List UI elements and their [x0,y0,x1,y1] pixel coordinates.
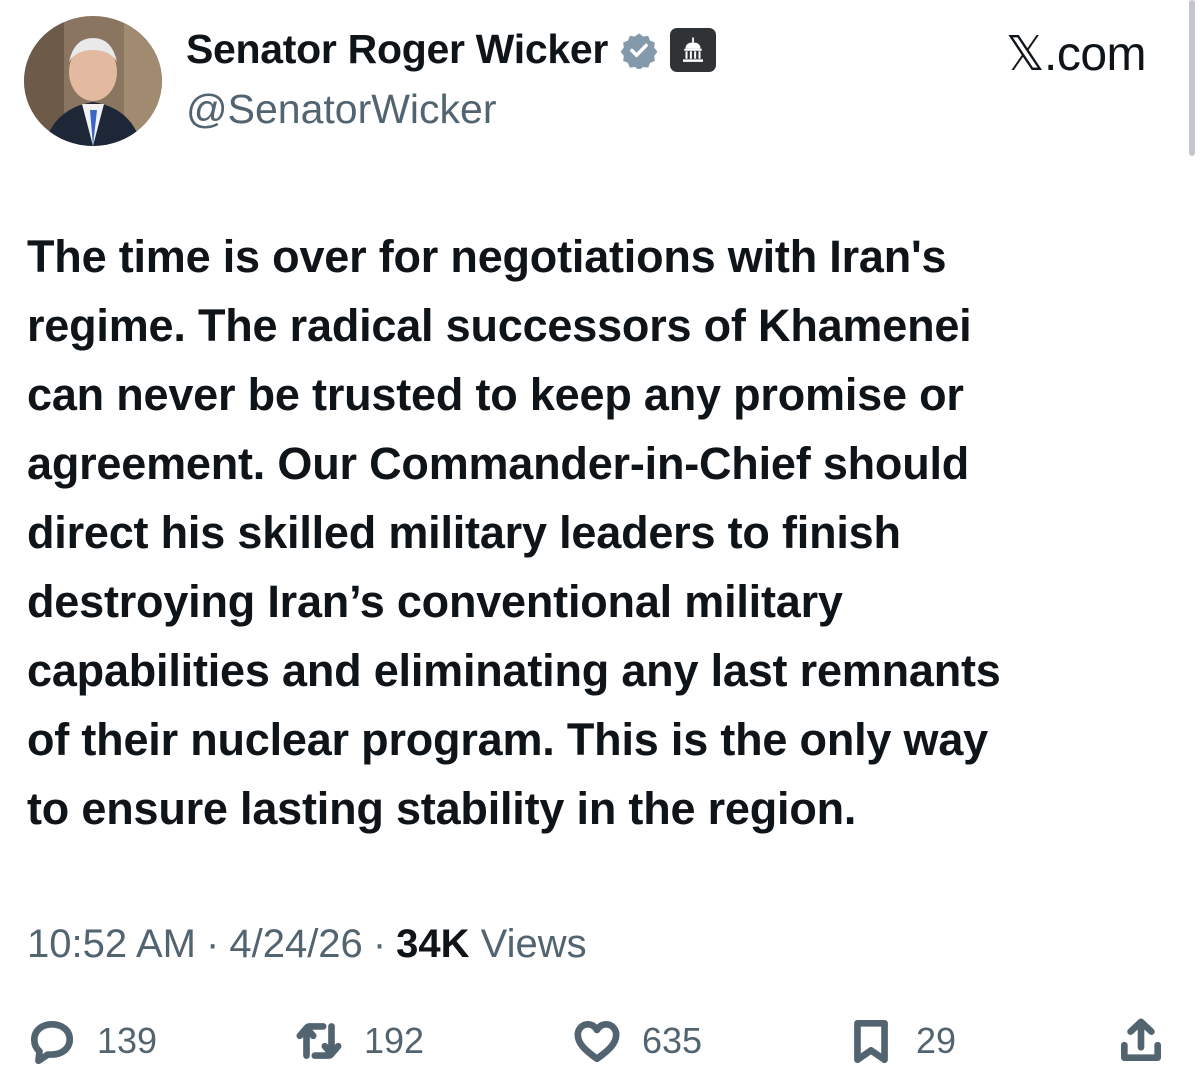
like-button[interactable]: 635 [572,1016,702,1066]
tweet-text: The time is over for negotiations with I… [27,231,1001,834]
repost-icon [296,1023,342,1059]
share-icon [1121,1018,1161,1061]
tweet-card: Senator Roger Wicker @SenatorWicker 𝕏.co… [0,0,1200,1077]
tweet-meta: 10:52 AM · 4/24/26 · 34K Views [27,922,587,967]
reply-count: 139 [97,1020,158,1061]
bookmark-count: 29 [916,1020,957,1061]
reply-button[interactable]: 139 [27,1016,157,1066]
avatar[interactable] [24,16,162,146]
like-icon [574,1020,620,1063]
scrollbar[interactable] [1189,0,1195,156]
action-bar: 139 192 635 29 [0,1016,1200,1076]
timestamp-date[interactable]: 4/24/26 [229,922,362,967]
x-logo: 𝕏.com [1005,28,1147,81]
author-handle[interactable]: @SenatorWicker [186,86,496,133]
timestamp-time[interactable]: 10:52 AM [27,922,196,967]
like-count: 635 [642,1020,703,1061]
reply-icon [30,1020,74,1065]
views-label: Views [480,922,587,966]
repost-count: 192 [364,1020,425,1061]
verified-icon [620,31,658,70]
bookmark-button[interactable]: 29 [846,1016,956,1066]
meta-separator: · [372,922,387,966]
views-count: 34K [396,922,470,966]
meta-separator: · [206,922,220,966]
share-button[interactable] [1116,1016,1166,1066]
bookmark-icon [854,1019,888,1064]
author-name[interactable]: Senator Roger Wicker [186,26,608,73]
repost-button[interactable]: 192 [294,1016,424,1066]
author-row: Senator Roger Wicker [186,26,716,73]
government-building-icon [669,27,716,72]
